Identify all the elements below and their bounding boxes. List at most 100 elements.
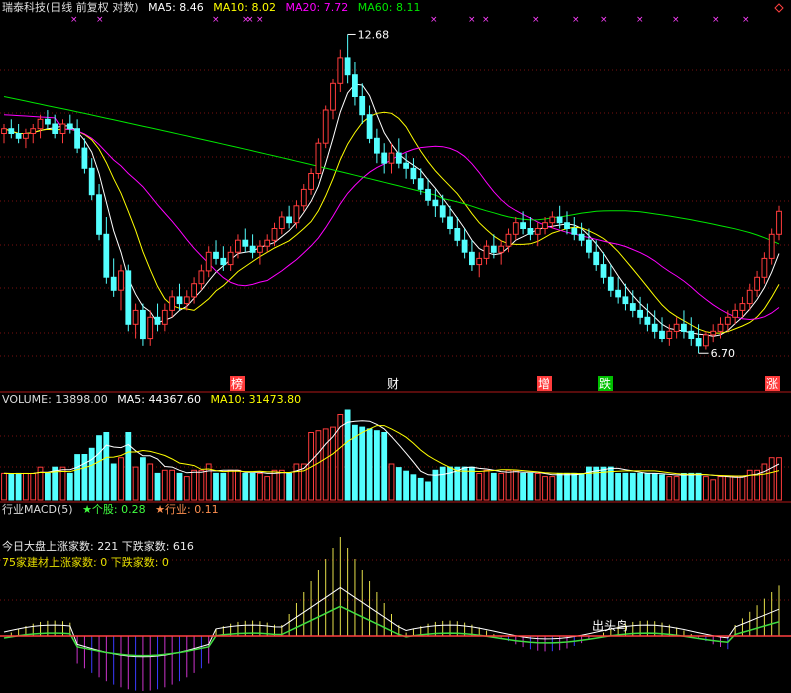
candle-body [147,316,154,340]
volume-bar [571,472,578,501]
volume-bar [30,472,37,501]
candle-body [439,205,446,218]
macd-dif-line [3,586,780,658]
candle-body [235,239,241,253]
candle-body [227,251,234,266]
volume-bar [293,463,300,501]
candle-body [66,123,73,130]
candle-body [257,245,263,253]
candle-body [710,330,717,336]
candle-body [746,289,753,305]
volume-bar [673,476,680,501]
volume-bar [366,428,373,501]
candle-body [249,245,256,253]
event-mark: × [96,15,104,25]
candle-body [169,296,175,311]
candle-body [1,128,7,134]
candle-body [673,323,680,332]
volume-bar [176,472,183,501]
candle-body [571,228,578,235]
diamond-marker [774,3,784,13]
candle-body [527,228,534,235]
event-mark: × [430,15,438,25]
volume-bar [761,463,768,501]
candle-body [615,289,622,298]
event-mark: × [246,15,254,25]
event-mark: × [572,15,580,25]
volume-bar [768,457,775,501]
volume-bar [498,472,505,501]
volume-bar [242,472,249,501]
volume-bar [717,476,724,501]
volume-bar [359,426,366,501]
candle-body [359,96,366,116]
volume-bar [688,472,695,501]
max-price-label: 12.68 [358,28,390,41]
volume-bar [724,476,731,501]
volume-bar [118,457,124,501]
volume-bar [681,473,687,501]
candle-body [505,233,512,247]
candle-body [410,167,417,180]
volume-bar [161,469,168,501]
candle-body [344,57,351,76]
event-mark: × [70,15,78,25]
volume-bar [410,474,417,501]
candle-body [330,82,336,111]
candle-body [666,330,673,339]
candle-body [293,205,300,224]
volume-bar [564,472,570,501]
candle-body [176,296,183,305]
volume-bar [388,463,395,501]
candle-body [191,283,197,298]
volume-bar [147,463,154,501]
event-badge-label: 财 [387,377,399,391]
candle-body [659,330,665,339]
volume-bar [191,469,197,501]
candle-body [205,251,212,272]
candle-body [183,296,190,305]
volume-bar [629,472,636,501]
candle-body [161,309,168,325]
volume-bar [59,466,66,501]
ma5-line [3,83,780,337]
volume-bar [15,472,22,501]
candle-body [271,228,278,241]
volume-bar [220,472,227,501]
candle-body [88,167,95,196]
candle-body [622,296,629,305]
volume-bar [622,472,629,501]
candle-body [213,251,219,259]
volume-bar [490,472,497,501]
volume-bar [469,466,475,501]
candle-body [512,222,519,235]
volume-bar [556,472,563,501]
volume-bar [578,473,585,501]
volume-bar [286,472,293,501]
candle-body [637,309,644,318]
candle-body [264,239,271,247]
volume-bar [23,472,29,501]
min-price-label: 6.70 [711,347,736,360]
volume-bar [483,469,490,501]
candle-body [776,210,782,235]
volume-bar [461,466,468,501]
volume-bar [96,435,102,501]
volume-bar [520,472,527,501]
event-badge-label: 榜 [231,376,243,391]
candle-body [154,316,161,325]
volume-bar [132,466,139,501]
candle-body [469,251,475,266]
volume-bar [659,474,665,501]
volume-bar [395,467,402,501]
volume-bar [505,469,512,501]
volume-bar [45,472,51,501]
candle-body [45,118,51,125]
candle-body [15,133,22,139]
volume-bar [315,430,322,501]
candle-body [103,233,110,278]
volume-bar [710,479,717,501]
volume-bar [739,476,746,501]
chart-canvas[interactable]: 12.686.70× × × ×× × × × × × × × × × × ×榜财增跌涨出头鸟 [0,0,791,693]
volume-bar [695,472,702,501]
